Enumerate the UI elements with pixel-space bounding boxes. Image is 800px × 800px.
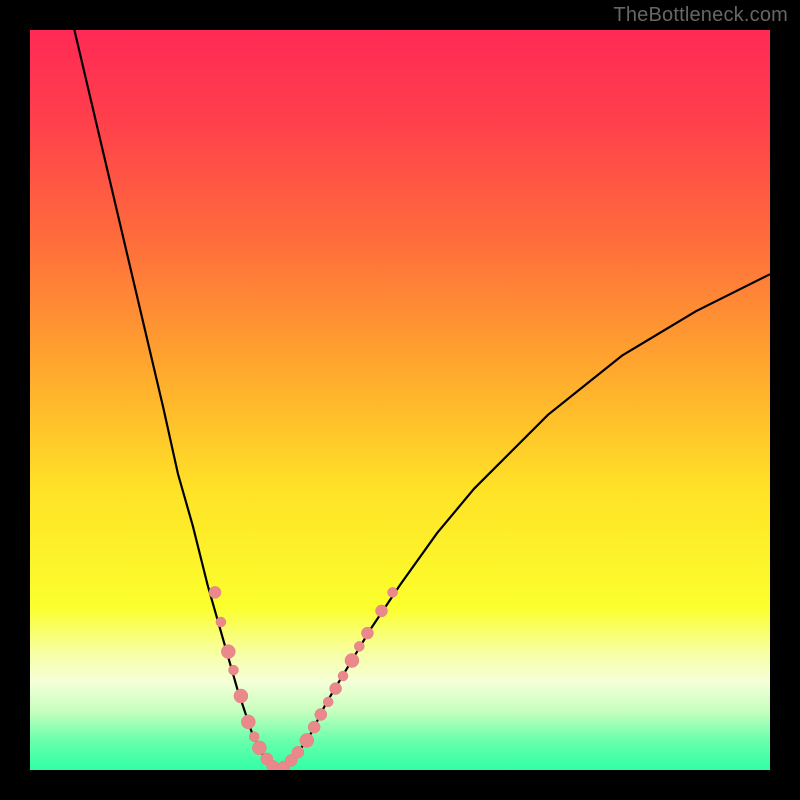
data-marker (388, 587, 398, 597)
data-marker (330, 683, 342, 695)
watermark-text: TheBottleneck.com (613, 4, 788, 27)
data-marker (338, 671, 348, 681)
chart-frame: TheBottleneck.com (0, 0, 800, 800)
data-marker (323, 697, 333, 707)
data-marker (234, 689, 248, 703)
data-marker (292, 746, 304, 758)
data-marker (229, 665, 239, 675)
plot-area (30, 30, 770, 770)
data-marker (354, 641, 364, 651)
data-marker (221, 645, 235, 659)
data-marker (249, 732, 259, 742)
data-marker (300, 733, 314, 747)
curve-layer (30, 30, 770, 770)
data-marker (252, 741, 266, 755)
data-marker (308, 721, 320, 733)
data-marker (361, 627, 373, 639)
data-marker (209, 586, 221, 598)
data-marker (345, 654, 359, 668)
bottleneck-curve (74, 30, 770, 770)
data-marker (376, 605, 388, 617)
marker-group (209, 586, 398, 770)
data-marker (216, 617, 226, 627)
data-marker (241, 715, 255, 729)
data-marker (315, 709, 327, 721)
